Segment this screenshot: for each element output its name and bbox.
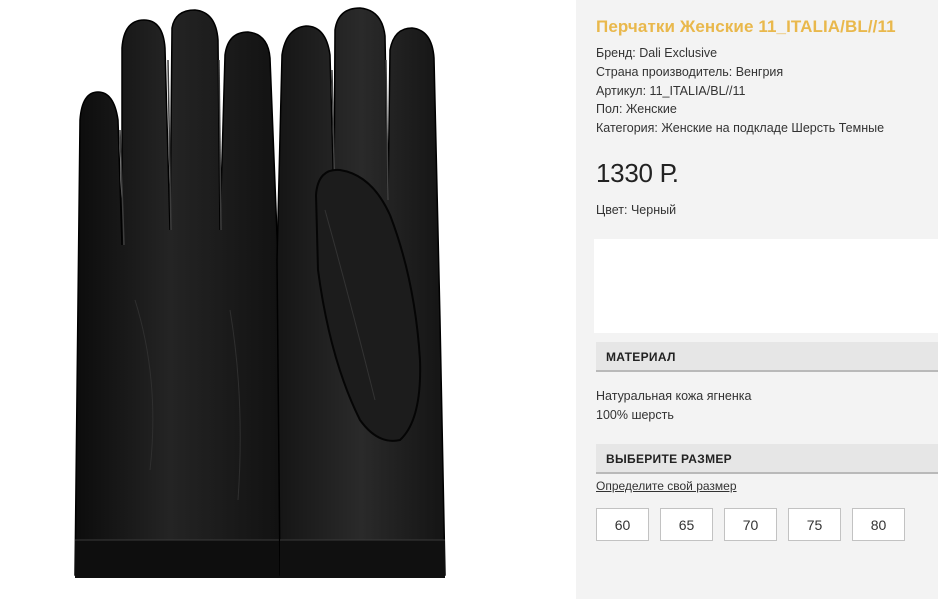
material-line: 100% шерсть — [596, 408, 674, 422]
material-line: Натуральная кожа ягненка — [596, 389, 752, 403]
size-option-60[interactable]: 60 — [596, 508, 649, 541]
product-info-panel: Перчатки Женские 11_ITALIA/BL//11 Бренд:… — [576, 0, 938, 599]
material-description: Натуральная кожа ягненка 100% шерсть — [596, 387, 751, 425]
size-option-70[interactable]: 70 — [724, 508, 777, 541]
size-option-75[interactable]: 75 — [788, 508, 841, 541]
spec-article: Артикул: 11_ITALIA/BL//11 — [596, 83, 746, 98]
material-header-label: МАТЕРИАЛ — [606, 350, 676, 364]
size-guide-link[interactable]: Определите свой размер — [596, 479, 737, 493]
product-spec-list: Бренд: Dali Exclusive Страна производите… — [596, 44, 884, 138]
product-image-panel — [0, 0, 576, 599]
product-color: Цвет: Черный — [596, 203, 677, 217]
size-header-label: ВЫБЕРИТЕ РАЗМЕР — [606, 452, 732, 466]
spec-country: Страна производитель: Венгрия — [596, 64, 784, 79]
product-price: 1330 Р. — [596, 158, 679, 188]
size-option-65[interactable]: 65 — [660, 508, 713, 541]
size-option-80[interactable]: 80 — [852, 508, 905, 541]
spec-gender: Пол: Женские — [596, 102, 677, 117]
blank-content-area — [594, 239, 938, 333]
size-section-header: ВЫБЕРИТЕ РАЗМЕР — [596, 444, 938, 474]
product-image-gloves[interactable] — [0, 0, 576, 599]
size-options: 60 65 70 75 80 — [596, 508, 905, 541]
spec-brand: Бренд: Dali Exclusive — [596, 46, 718, 60]
material-section-header: МАТЕРИАЛ — [596, 342, 938, 372]
product-title: Перчатки Женские 11_ITALIA/BL//11 — [596, 17, 896, 36]
spec-category: Категория: Женские на подкладе Шерсть Те… — [596, 121, 885, 136]
